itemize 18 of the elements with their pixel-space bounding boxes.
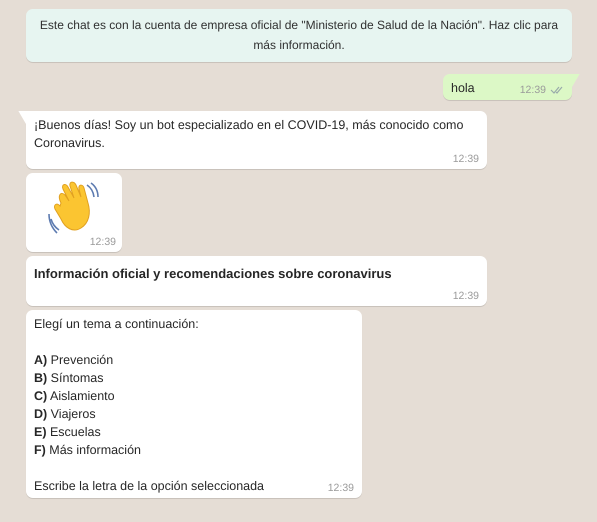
waving-hand-icon bbox=[47, 181, 101, 235]
message-text: Escribe la letra de la opción seleccionada bbox=[34, 478, 264, 495]
message-text: hola bbox=[451, 80, 475, 97]
option-line: D) Viajeros bbox=[34, 406, 97, 423]
message-time: 12:39 bbox=[90, 235, 116, 249]
message-text: Elegí un tema a continuación: bbox=[34, 316, 200, 333]
option-line: E) Escuelas bbox=[34, 424, 102, 441]
business-account-notice[interactable]: Este chat es con la cuenta de empresa oficial de "Ministerio de Salud de la Nación". Haz clic para más información. bbox=[26, 9, 572, 62]
option-line: F) Más información bbox=[34, 442, 142, 459]
message-time: 12:39 bbox=[452, 289, 479, 303]
message-time: 12:39 bbox=[520, 83, 546, 97]
message-time: 12:39 bbox=[452, 152, 479, 166]
option-line: A) Prevención bbox=[34, 352, 114, 369]
message-text: Información oficial y recomendaciones sobre coronavirus bbox=[34, 265, 393, 283]
option-line: C) Aislamiento bbox=[34, 388, 116, 405]
message-text: ¡Buenos días! Soy un bot especializado en el COVID-19, más conocido como Coronavirus. bbox=[34, 117, 464, 152]
option-line: B) Síntomas bbox=[34, 370, 104, 387]
message-time: 12:39 bbox=[328, 481, 354, 495]
